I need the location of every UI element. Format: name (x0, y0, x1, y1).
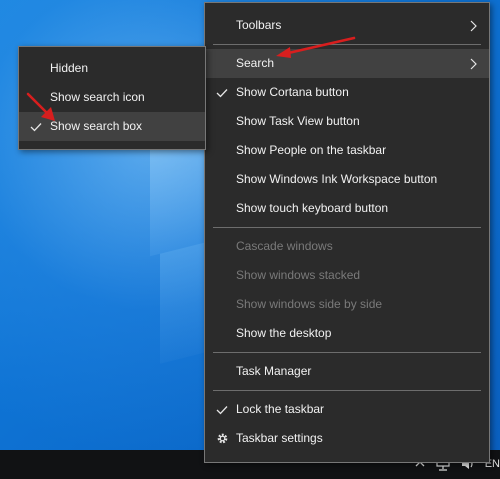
menu-item-label: Search (236, 56, 275, 70)
menu-item-show-task-view[interactable]: Show Task View button (205, 107, 489, 136)
menu-item-lock-taskbar[interactable]: Lock the taskbar (205, 395, 489, 424)
menu-item-label: Cascade windows (236, 239, 333, 253)
taskbar-context-menu: Toolbars Search Show Cortana button Show… (204, 2, 490, 463)
menu-item-show-desktop[interactable]: Show the desktop (205, 319, 489, 348)
menu-item-windows-side-by-side: Show windows side by side (205, 290, 489, 319)
menu-item-windows-stacked: Show windows stacked (205, 261, 489, 290)
menu-item-label: Lock the taskbar (236, 402, 325, 416)
chevron-right-icon (470, 49, 477, 78)
menu-item-label: Show touch keyboard button (236, 201, 389, 215)
menu-item-label: Task Manager (236, 364, 312, 378)
gear-icon (215, 424, 229, 453)
menu-item-label: Hidden (50, 61, 89, 75)
menu-item-label: Show Windows Ink Workspace button (236, 172, 438, 186)
menu-item-label: Show Cortana button (236, 85, 349, 99)
menu-item-task-manager[interactable]: Task Manager (205, 357, 489, 386)
menu-separator (213, 390, 481, 391)
menu-item-toolbars[interactable]: Toolbars (205, 11, 489, 40)
submenu-item-show-search-icon[interactable]: Show search icon (19, 83, 205, 112)
menu-item-label: Show windows stacked (236, 268, 361, 282)
menu-item-label: Show People on the taskbar (236, 143, 387, 157)
menu-separator (213, 44, 481, 45)
checkmark-icon (29, 112, 43, 141)
menu-item-show-cortana[interactable]: Show Cortana button (205, 78, 489, 107)
menu-item-label: Show windows side by side (236, 297, 383, 311)
menu-item-label: Show Task View button (236, 114, 360, 128)
submenu-item-hidden[interactable]: Hidden (19, 54, 205, 83)
menu-separator (213, 227, 481, 228)
checkmark-icon (215, 78, 229, 107)
menu-item-label: Show search icon (50, 90, 145, 104)
menu-item-label: Show the desktop (236, 326, 332, 340)
chevron-right-icon (470, 11, 477, 40)
submenu-item-show-search-box[interactable]: Show search box (19, 112, 205, 141)
menu-separator (213, 352, 481, 353)
menu-item-label: Toolbars (236, 18, 282, 32)
menu-item-show-people[interactable]: Show People on the taskbar (205, 136, 489, 165)
menu-item-label: Taskbar settings (236, 431, 323, 445)
menu-item-cascade-windows: Cascade windows (205, 232, 489, 261)
menu-item-show-touch-keyboard[interactable]: Show touch keyboard button (205, 194, 489, 223)
menu-item-label: Show search box (50, 119, 143, 133)
search-submenu: Hidden Show search icon Show search box (18, 46, 206, 150)
menu-item-taskbar-settings[interactable]: Taskbar settings (205, 424, 489, 453)
menu-item-search[interactable]: Search (205, 49, 489, 78)
checkmark-icon (215, 395, 229, 424)
menu-item-show-ink-workspace[interactable]: Show Windows Ink Workspace button (205, 165, 489, 194)
